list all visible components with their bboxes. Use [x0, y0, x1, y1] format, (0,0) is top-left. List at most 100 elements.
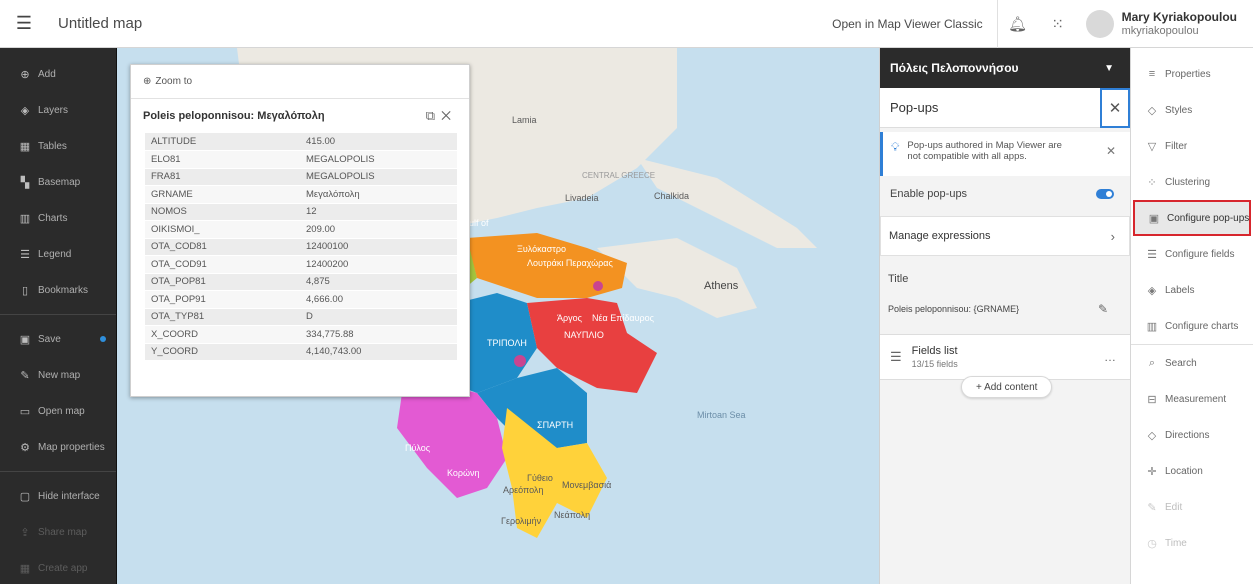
manage-expressions[interactable]: Manage expressions ›	[880, 216, 1130, 256]
bookmark-icon: ▯	[21, 284, 29, 297]
pencil-icon[interactable]: ✎	[1098, 302, 1108, 316]
fields-list-item[interactable]: ☰ Fields list 13/15 fields …	[880, 334, 1130, 380]
nav-basemap[interactable]: ▚ Basemap	[0, 164, 116, 200]
city-marker	[593, 281, 603, 291]
tool-measurement[interactable]: ⊟ Measurement	[1131, 381, 1253, 417]
tool-label: Search	[1165, 357, 1197, 369]
highlight-marker	[514, 355, 526, 367]
tool-labels[interactable]: ◈ Labels	[1131, 272, 1253, 308]
fields-count: 13/15 fields	[911, 359, 958, 369]
nav-label: Map properties	[38, 441, 105, 453]
nav-add[interactable]: ⊕ Add	[0, 56, 116, 92]
tool-configure-popups[interactable]: ▣ Configure pop-ups	[1133, 200, 1251, 236]
enable-popups-toggle[interactable]	[1096, 189, 1114, 199]
table-row: ALTITUDE 415.00	[145, 133, 457, 151]
nav-hide-interface[interactable]: ▢ Hide interface	[0, 478, 116, 514]
nav-new-map[interactable]: ✎ New map	[0, 357, 116, 393]
tool-directions[interactable]: ◇ Directions	[1131, 417, 1253, 453]
tool-filter[interactable]: ▽ Filter	[1131, 128, 1253, 164]
popup-title: Poleis peloponnisou: Μεγαλόπολη	[143, 110, 325, 122]
dock-icon[interactable]: ⧉	[426, 108, 441, 123]
hide-icon: ▢	[19, 490, 31, 503]
compat-notice: 💡︎ Pop-ups authored in Map Viewer are no…	[880, 132, 1130, 176]
styles-icon: ◇	[1147, 104, 1157, 117]
tool-label: Labels	[1165, 284, 1195, 296]
tool-label: Time	[1165, 537, 1187, 549]
field-name: OTA_POP91	[145, 290, 300, 309]
new-map-icon: ✎	[20, 369, 30, 382]
gear-icon: ⚙	[20, 441, 30, 454]
nav-label: Bookmarks	[38, 284, 89, 296]
dismiss-icon[interactable]: ✕	[1106, 144, 1116, 158]
tool-location[interactable]: ✛ Location	[1131, 453, 1253, 489]
tool-configure-fields[interactable]: ☰ Configure fields	[1131, 236, 1253, 272]
map-label: Νέα Επίδαυρος	[592, 313, 655, 323]
more-options-icon[interactable]: …	[1104, 350, 1116, 364]
nav-label: Basemap	[38, 176, 81, 188]
nav-open-map[interactable]: ▭ Open map	[0, 393, 116, 429]
top-bar: ☰ Untitled map Open in Map Viewer Classi…	[0, 0, 1253, 48]
popup-icon: ▣	[1148, 212, 1160, 225]
field-value: 415.00	[300, 133, 457, 151]
tool-label: Configure charts	[1165, 320, 1239, 332]
menu-icon[interactable]: ☰	[0, 0, 48, 48]
notice-text: Pop-ups authored in Map Viewer are not c…	[907, 140, 1062, 162]
nav-label: Charts	[38, 212, 68, 224]
top-bar-actions: Open in Map Viewer Classic 🔔︎ ⁙ Mary Kyr…	[818, 0, 1253, 48]
share-icon: ⇪	[20, 526, 30, 539]
bell-icon[interactable]: 🔔︎	[998, 0, 1038, 48]
tool-label: Directions	[1165, 429, 1210, 441]
nav-charts[interactable]: ▥ Charts	[0, 200, 116, 236]
measure-icon: ⊟	[1147, 393, 1157, 406]
nav-save[interactable]: ▣ Save	[0, 321, 116, 357]
properties-icon: ≡	[1148, 68, 1156, 80]
field-name: NOMOS	[145, 203, 300, 221]
chart-icon: ▥	[19, 212, 31, 225]
clustering-icon: ⁘	[1147, 176, 1157, 189]
add-content-button[interactable]: + Add content	[961, 376, 1053, 398]
nav-layers[interactable]: ◈ Layers	[0, 92, 116, 128]
tool-configure-charts[interactable]: ▥ Configure charts	[1131, 308, 1253, 344]
table-row: OTA_POP81 4,875	[145, 273, 457, 291]
nav-label: Save	[38, 333, 61, 345]
nav-label: Legend	[38, 248, 72, 260]
field-name: OTA_POP81	[145, 273, 300, 291]
zoom-to-action[interactable]: ⊕ Zoom to	[131, 65, 469, 99]
save-icon: ▣	[19, 333, 31, 346]
nav-bookmarks[interactable]: ▯ Bookmarks	[0, 272, 116, 308]
table-row: OIKISMOI_ 209.00	[145, 220, 457, 239]
map-label: Μονεμβασιά	[562, 480, 612, 490]
fields-list-title: Fields list	[911, 345, 958, 357]
evia	[637, 158, 817, 248]
map-label: Νεάπολη	[554, 510, 591, 520]
nav-legend[interactable]: ☰ Legend	[0, 236, 116, 272]
map-label: Γερολιμήν	[501, 516, 542, 526]
tool-time: ◷ Time	[1131, 525, 1253, 561]
map-label: Mirtoan Sea	[697, 410, 746, 420]
manage-expressions-label: Manage expressions	[889, 230, 991, 242]
map-title[interactable]: Untitled map	[58, 15, 142, 32]
table-row: X_COORD 334,775.88	[145, 325, 457, 344]
tool-label: Styles	[1165, 104, 1193, 116]
tool-styles[interactable]: ◇ Styles	[1131, 92, 1253, 128]
app-launcher-icon[interactable]: ⁙	[1038, 0, 1078, 48]
close-icon[interactable]: ✕	[441, 108, 457, 123]
open-classic-link[interactable]: Open in Map Viewer Classic	[818, 0, 998, 48]
clock-icon: ◷	[1147, 537, 1157, 550]
tool-clustering[interactable]: ⁘ Clustering	[1131, 164, 1253, 200]
close-button[interactable]: ✕	[1100, 88, 1130, 128]
nav-map-properties[interactable]: ⚙ Map properties	[0, 429, 116, 465]
divider	[0, 314, 116, 315]
zoom-to-label: Zoom to	[155, 76, 193, 87]
map-label: Athens	[704, 280, 739, 292]
layer-selector[interactable]: Πόλεις Πελοποννήσου ▼	[880, 48, 1130, 88]
fields-icon: ☰	[1147, 248, 1157, 261]
avatar[interactable]	[1085, 10, 1114, 38]
user-info[interactable]: Mary Kyriakopoulou mkyriakopoulou	[1122, 10, 1237, 38]
tool-properties[interactable]: ≡ Properties	[1131, 56, 1253, 92]
tool-search[interactable]: ⌕ Search	[1131, 345, 1253, 381]
map-label: CENTRAL GREECE	[582, 171, 656, 180]
nav-tables[interactable]: ▦ Tables	[0, 128, 116, 164]
field-value: Μεγαλόπολη	[300, 185, 457, 204]
field-value: 209.00	[300, 220, 457, 239]
